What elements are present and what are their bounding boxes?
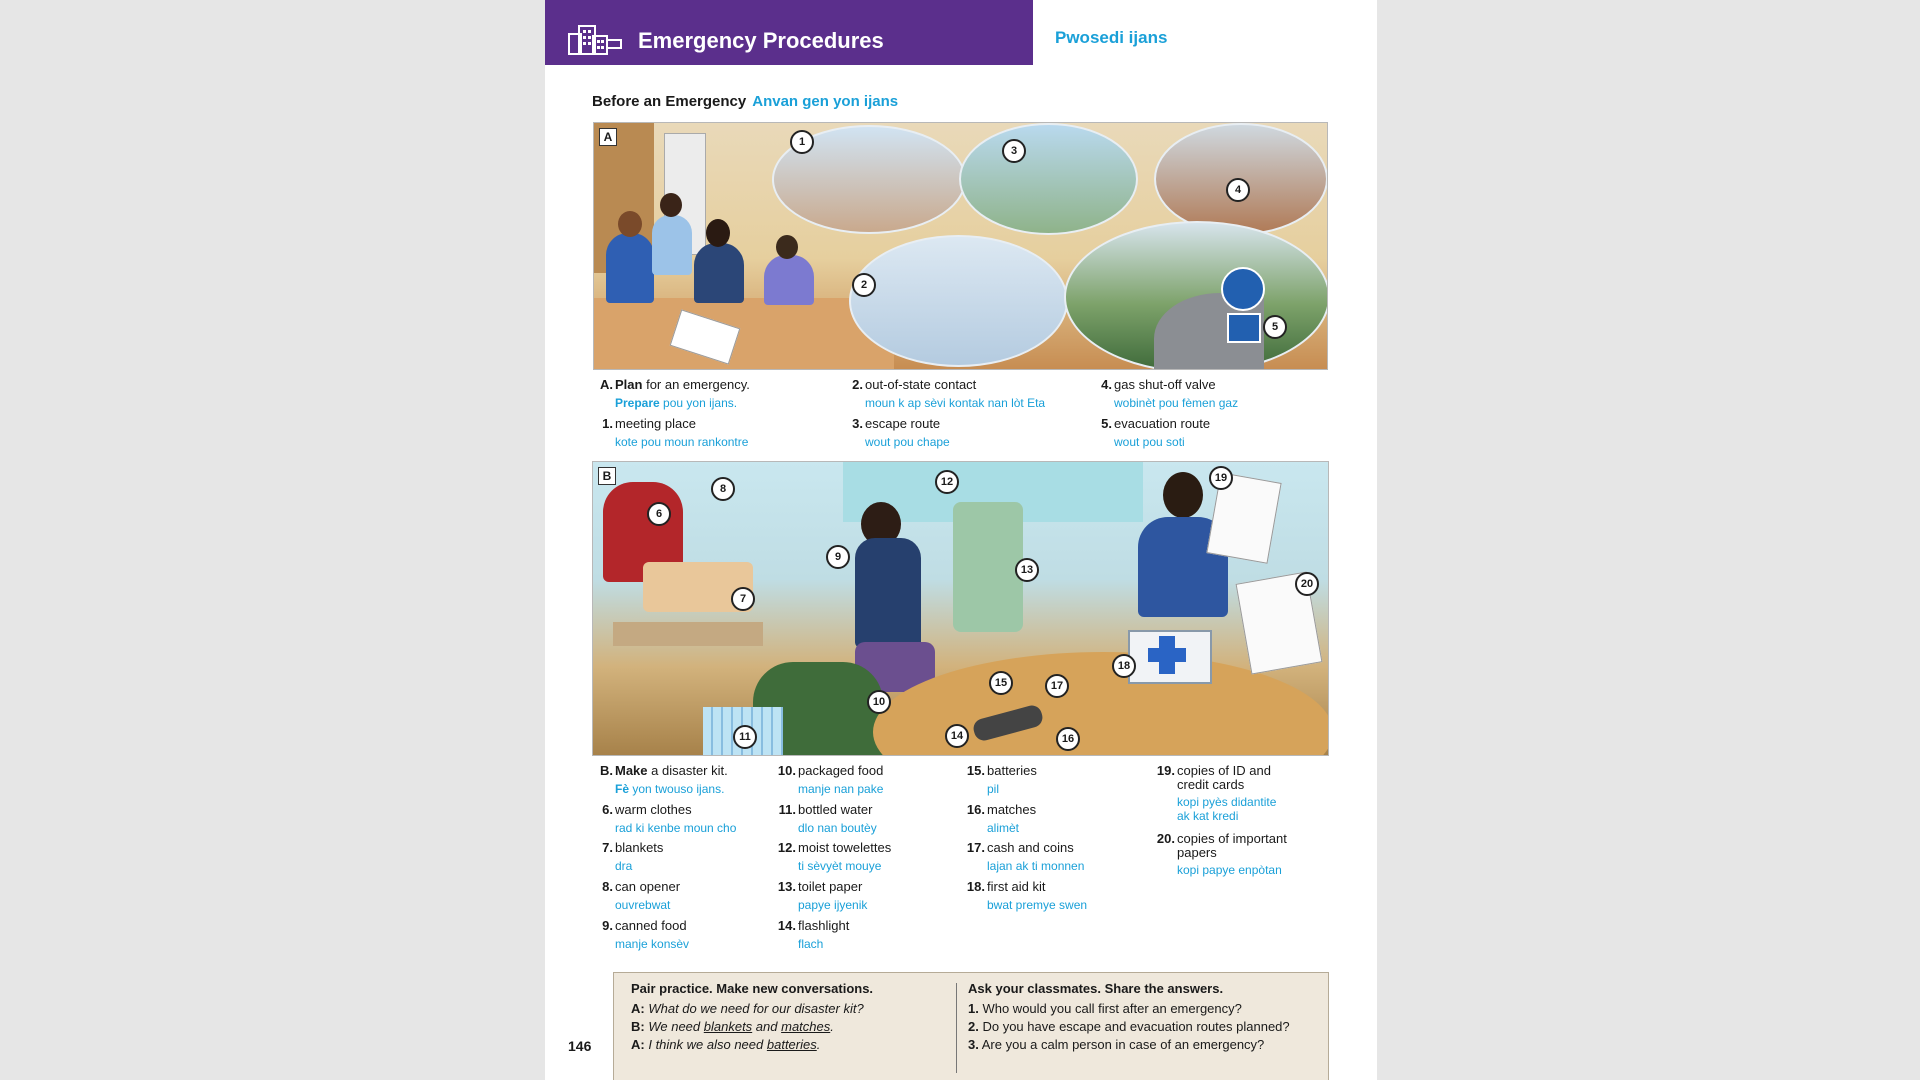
callout-17: 17: [1045, 674, 1069, 698]
practice-divider: [956, 983, 957, 1073]
callout-18: 18: [1112, 654, 1136, 678]
illustration-make-disaster-kit: 6 7 8 9 10 11 12 13 14 15 16 17 18 19 20…: [592, 461, 1329, 756]
callout-4: 4: [1226, 178, 1250, 202]
callout-20: 20: [1295, 572, 1319, 596]
callout-16: 16: [1056, 727, 1080, 751]
dialogue-line-1: A: What do we need for our disaster kit?: [631, 1001, 864, 1016]
callout-1: 1: [790, 130, 814, 154]
pair-practice-title: Pair practice. Make new conversations.: [631, 981, 874, 996]
callout-3: 3: [1002, 139, 1026, 163]
callout-19: 19: [1209, 466, 1233, 490]
page-title-translation: Pwosedi ijans: [1055, 28, 1168, 47]
callout-15: 15: [989, 671, 1013, 695]
ask-classmates-title: Ask your classmates. Share the answers.: [968, 981, 1224, 996]
callout-2: 2: [852, 273, 876, 297]
page-title: Emergency Procedures: [638, 28, 884, 53]
callout-6: 6: [647, 502, 671, 526]
section-heading: Before an Emergency Anvan gen yon ijans: [592, 93, 898, 110]
panel-label-b: B: [598, 467, 616, 485]
question-3: 3. Are you a calm person in case of an e…: [968, 1037, 1265, 1052]
section-title-translation: Anvan gen yon ijans: [752, 93, 899, 110]
dictionary-page: Emergency Procedures Pwosedi ijans Befor…: [545, 0, 1377, 1080]
buildings-icon: [568, 25, 622, 55]
header-bar: Emergency Procedures: [545, 0, 1033, 65]
question-2: 2. Do you have escape and evacuation rou…: [968, 1019, 1290, 1034]
callout-12: 12: [935, 470, 959, 494]
callout-9: 9: [826, 545, 850, 569]
callout-11: 11: [733, 725, 757, 749]
callout-10: 10: [867, 690, 891, 714]
illustration-plan-for-emergency: 1 2 3 4 5 A: [593, 122, 1328, 370]
callout-13: 13: [1015, 558, 1039, 582]
panel-label-a: A: [599, 128, 617, 146]
dialogue-line-2: B: We need blankets and matches.: [631, 1019, 834, 1034]
callout-14: 14: [945, 724, 969, 748]
callout-5: 5: [1263, 315, 1287, 339]
question-1: 1. Who would you call first after an eme…: [968, 1001, 1242, 1016]
callout-8: 8: [711, 477, 735, 501]
dialogue-line-3: A: I think we also need batteries.: [631, 1037, 821, 1052]
page-number: 146: [568, 1038, 592, 1054]
practice-box: Pair practice. Make new conversations. A…: [613, 972, 1329, 1080]
callout-7: 7: [731, 587, 755, 611]
section-title: Before an Emergency: [592, 93, 747, 110]
